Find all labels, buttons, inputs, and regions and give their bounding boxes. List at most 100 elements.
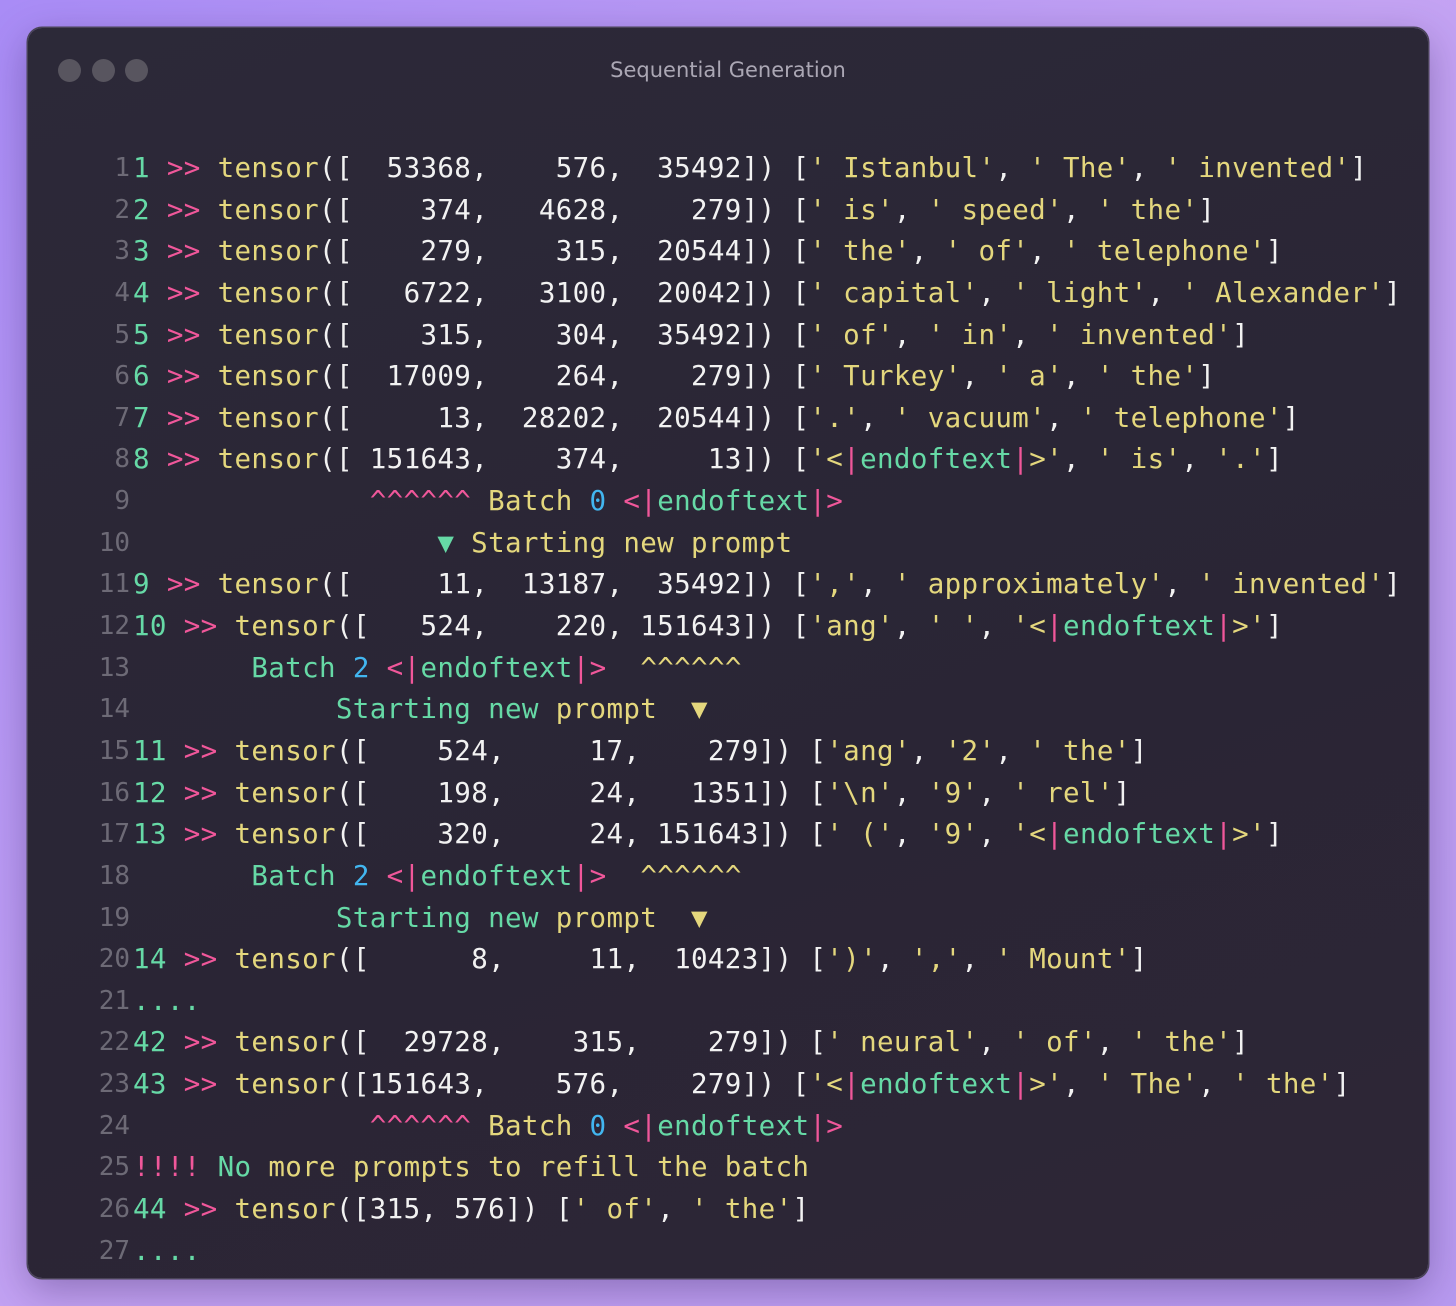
code-token: '.' <box>809 401 861 434</box>
line-number: 4 <box>114 277 130 308</box>
code-token: 11 <box>133 734 167 767</box>
code-token: 12 <box>133 776 167 809</box>
line-number: 25 <box>98 1152 130 1183</box>
code-text: 11 >> tensor([ 524, 17, 279]) ['ang', '2… <box>133 731 1148 773</box>
code-token: ] <box>1265 235 1283 268</box>
code-token: >> <box>183 1026 218 1059</box>
code-text: 13 >> tensor([ 320, 24, 151643]) [' (', … <box>133 814 1283 856</box>
code-token: ' the' <box>691 1193 793 1226</box>
line-number: 11 <box>98 569 130 600</box>
code-token: ([ 53368, 576, 35492]) [ <box>319 152 810 184</box>
code-line: 19 Starting new prompt ▼ <box>28 898 1428 940</box>
code-token: |> <box>572 859 607 892</box>
code-token: >> <box>166 568 201 601</box>
code-text: 1 >> tensor([ 53368, 576, 35492]) [' Ist… <box>133 148 1367 190</box>
code-token: , <box>1063 443 1097 476</box>
code-token: '9' <box>927 818 979 851</box>
line-number: 23 <box>98 1069 130 1100</box>
code-line: 25!!!! No more prompts to refill the bat… <box>28 1147 1428 1189</box>
code-token: ' telephone' <box>1063 235 1266 268</box>
code-token: , <box>893 818 928 851</box>
code-token: >> <box>166 193 201 226</box>
code-token: ' the' <box>1232 1068 1334 1101</box>
code-text: 7 >> tensor([ 13, 28202, 20544]) ['.', '… <box>133 398 1300 440</box>
code-text: 10 >> tensor([ 524, 220, 151643]) ['ang'… <box>133 606 1283 648</box>
code-token: >' <box>1029 443 1064 476</box>
code-token: endoftext <box>1063 818 1216 851</box>
code-token: !!!! <box>133 1151 201 1184</box>
code-line: 27.... <box>28 1231 1428 1273</box>
code-token: tensor <box>234 1193 336 1226</box>
line-number: 8 <box>114 444 130 475</box>
code-token: ' neural' <box>826 1026 979 1059</box>
line-number: 6 <box>114 361 130 392</box>
code-token: Starting <box>335 693 472 726</box>
code-token: 'ang' <box>826 734 911 767</box>
code-token: >> <box>183 818 218 851</box>
line-number: 18 <box>98 860 130 891</box>
code-line: 22 42 >> tensor([ 29728, 315, 279]) [' ne… <box>28 1022 1428 1064</box>
code-token: endoftext <box>657 485 810 518</box>
code-token: >> <box>166 235 201 268</box>
code-token: ' The' <box>1096 1068 1199 1101</box>
code-token: >> <box>183 734 218 767</box>
code-token: 13 <box>133 818 167 851</box>
code-token: , <box>910 734 945 767</box>
code-token: endoftext <box>420 651 573 684</box>
code-line: 66 >> tensor([ 17009, 264, 279]) [' Turk… <box>28 356 1428 398</box>
code-text: .... <box>133 1231 201 1273</box>
code-token: 6 <box>133 360 150 393</box>
code-token: ] <box>1265 610 1283 643</box>
code-token: |> <box>809 485 844 518</box>
code-token: ' of' <box>572 1193 658 1226</box>
code-token: , <box>1029 235 1063 268</box>
code-token: tensor <box>217 276 320 309</box>
code-token: ] <box>792 1193 810 1226</box>
code-token: ' ' <box>927 610 979 643</box>
code-token: 14 <box>133 943 167 976</box>
code-token: '< <box>809 1068 844 1101</box>
code-token: ] <box>1384 276 1402 309</box>
code-token: ] <box>1198 360 1216 393</box>
code-token: ' The' <box>1029 152 1131 184</box>
code-token: ▼ <box>691 693 708 726</box>
code-token: >> <box>166 443 201 476</box>
code-block: 11 >> tensor([ 53368, 576, 35492]) [' Is… <box>28 148 1428 1272</box>
line-number: 17 <box>98 819 130 850</box>
code-token: tensor <box>234 1026 336 1059</box>
line-number: 26 <box>98 1194 130 1225</box>
title-bar: Sequential Generation <box>28 28 1428 114</box>
code-token: ] <box>1384 568 1402 601</box>
code-line: 18 Batch 2 <|endoftext|> ^^^^^^ <box>28 856 1428 898</box>
code-token: more prompts to refill the batch <box>268 1151 810 1184</box>
code-line: 10 ▼ Starting new prompt <box>28 523 1428 565</box>
code-text: 4 >> tensor([ 6722, 3100, 20042]) [' cap… <box>133 273 1401 315</box>
code-token: ' invented' <box>1046 318 1233 351</box>
code-token: ' light' <box>1012 276 1148 309</box>
code-token: ([ 315, 304, 35492]) [ <box>319 318 810 351</box>
code-token: , <box>1130 152 1165 184</box>
code-token: , <box>1062 193 1097 226</box>
code-token: tensor <box>217 443 320 476</box>
code-token: tensor <box>217 318 320 351</box>
code-token: , <box>978 276 1013 309</box>
code-token: ' the' <box>1029 734 1131 767</box>
